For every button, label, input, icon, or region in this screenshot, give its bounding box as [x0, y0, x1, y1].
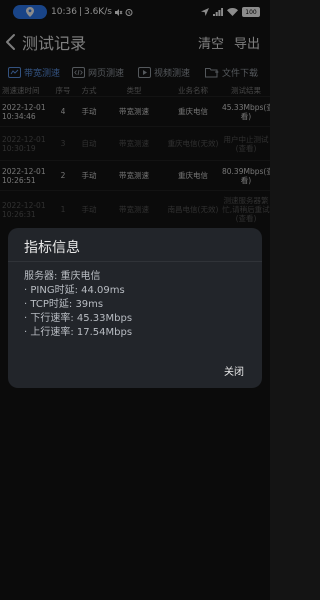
dialog-body: 服务器: 重庆电信 · PING时延: 44.09ms · TCP时延: 39m… [24, 270, 132, 340]
download-line: · 下行速率: 45.33Mbps [24, 313, 133, 324]
ping-line: · PING时延: 44.09ms [24, 285, 125, 296]
server-line: 服务器: 重庆电信 [24, 271, 101, 282]
upload-line: · 上行速率: 17.54Mbps [24, 327, 133, 338]
tcp-line: · TCP时延: 39ms [24, 299, 104, 310]
close-button[interactable]: 关闭 [224, 363, 244, 378]
dialog-divider [8, 261, 262, 262]
dialog-title: 指标信息 [24, 240, 80, 256]
metrics-dialog: 指标信息 服务器: 重庆电信 · PING时延: 44.09ms · TCP时延… [8, 228, 262, 388]
